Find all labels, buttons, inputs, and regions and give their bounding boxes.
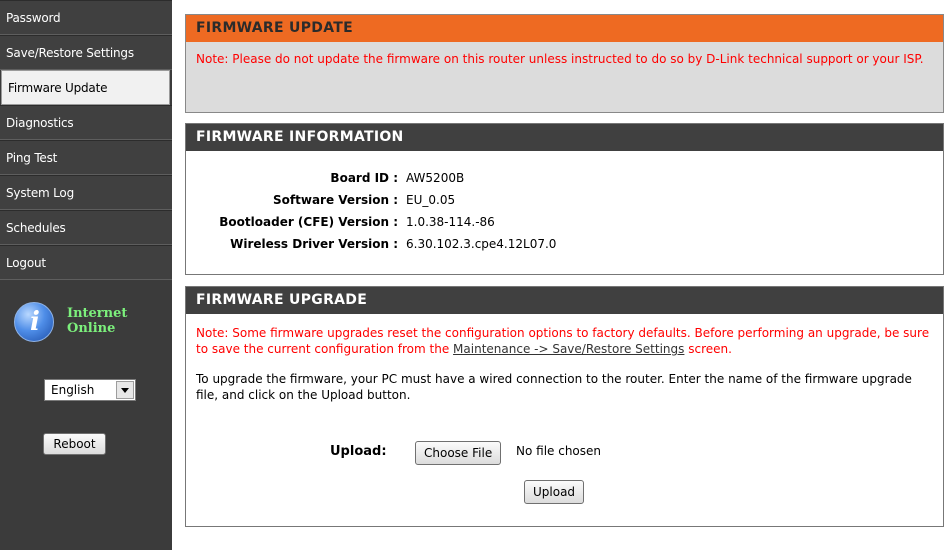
sidebar-item-diagnostics[interactable]: Diagnostics	[0, 105, 172, 140]
choose-file-button[interactable]: Choose File	[415, 441, 502, 465]
sidebar: Password Save/Restore Settings Firmware …	[0, 0, 172, 550]
internet-status: i Internet Online	[0, 290, 172, 350]
board-id-value: AW5200B	[406, 171, 465, 185]
firmware-information-section: FIRMWARE INFORMATION Board ID : AW5200B …	[185, 123, 944, 275]
language-selected-value: English	[51, 383, 95, 397]
wireless-driver-version-label: Wireless Driver Version :	[230, 237, 398, 251]
bootloader-version-label: Bootloader (CFE) Version :	[219, 215, 398, 229]
firmware-information-title: FIRMWARE INFORMATION	[186, 124, 943, 151]
board-id-label: Board ID :	[330, 171, 398, 185]
firmware-update-section: FIRMWARE UPDATE Note: Please do not upda…	[185, 14, 944, 113]
firmware-upgrade-note-end: screen.	[684, 342, 732, 356]
sidebar-item-ping-test[interactable]: Ping Test	[0, 140, 172, 175]
internet-status-globe-icon: i	[14, 302, 54, 342]
internet-status-line2: Online	[67, 321, 116, 336]
firmware-update-note: Note: Please do not update the firmware …	[196, 52, 924, 66]
upload-label: Upload:	[330, 444, 387, 459]
sidebar-item-schedules[interactable]: Schedules	[0, 210, 172, 245]
internet-status-line1: Internet	[67, 306, 128, 321]
firmware-update-title: FIRMWARE UPDATE	[186, 15, 943, 42]
firmware-upgrade-instructions: To upgrade the firmware, your PC must ha…	[196, 372, 912, 402]
language-select[interactable]: English	[44, 379, 136, 401]
sidebar-item-logout[interactable]: Logout	[0, 245, 172, 280]
chevron-down-icon[interactable]	[116, 381, 134, 399]
software-version-value: EU_0.05	[406, 193, 456, 207]
upload-button[interactable]: Upload	[524, 480, 585, 504]
wireless-driver-version-value: 6.30.102.3.cpe4.12L07.0	[406, 237, 557, 251]
sidebar-item-system-log[interactable]: System Log	[0, 175, 172, 210]
reboot-button[interactable]: Reboot	[43, 433, 106, 455]
save-restore-settings-link[interactable]: Maintenance -> Save/Restore Settings	[453, 342, 684, 356]
sidebar-item-password[interactable]: Password	[0, 0, 172, 35]
upload-row: Upload: Choose File No file chosen	[186, 437, 943, 467]
firmware-upgrade-section: FIRMWARE UPGRADE Note: Some firmware upg…	[185, 286, 944, 527]
firmware-info-table: Board ID : AW5200B Software Version : EU…	[186, 151, 943, 271]
software-version-label: Software Version :	[273, 193, 398, 207]
file-status-text: No file chosen	[516, 444, 602, 458]
internet-status-text: Internet Online	[67, 306, 127, 336]
firmware-upgrade-title: FIRMWARE UPGRADE	[186, 287, 943, 314]
sidebar-item-firmware-update[interactable]: Firmware Update	[1, 70, 170, 105]
bootloader-version-value: 1.0.38-114.-86	[406, 215, 495, 229]
sidebar-item-save-restore-settings[interactable]: Save/Restore Settings	[0, 35, 172, 70]
firmware-upgrade-note: Note: Some firmware upgrades reset the c…	[186, 314, 943, 357]
